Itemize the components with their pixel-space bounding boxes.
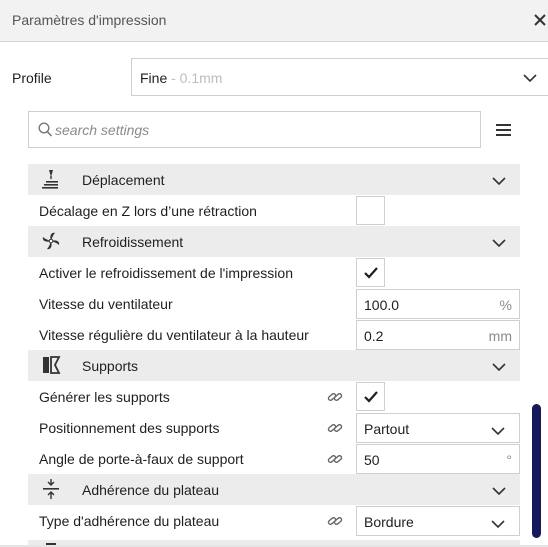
setting-regular-fan-height: Vitesse régulière du ventilateur à la ha… [28, 319, 520, 350]
adhesion-icon [40, 478, 62, 500]
setting-label: Vitesse régulière du ventilateur à la ha… [39, 327, 309, 343]
setting-enable-cooling: Activer le refroidissement de l'impressi… [28, 257, 520, 288]
travel-icon [40, 168, 62, 190]
setting-adhesion-type: Type d'adhérence du plateau Bordure [28, 505, 520, 536]
setting-label: Vitesse du ventilateur [39, 296, 173, 312]
support-icon [40, 354, 62, 376]
setting-label: Angle de porte-à-faux de support [39, 451, 244, 467]
chevron-down-icon [492, 236, 506, 252]
field-value: 50 [364, 452, 380, 468]
profile-value: Fine - 0.1mm [140, 70, 222, 86]
dialog-title: Paramètres d'impression [12, 12, 167, 28]
close-icon[interactable] [532, 8, 548, 32]
chevron-down-icon [492, 174, 506, 190]
link-icon[interactable] [327, 390, 343, 404]
regular-fan-height-input[interactable]: 0.2 mm [356, 320, 520, 350]
field-unit: mm [488, 328, 512, 344]
setting-label: Générer les supports [39, 389, 170, 405]
field-value: 0.2 [364, 328, 384, 344]
link-icon[interactable] [327, 421, 343, 435]
generate-support-checkbox[interactable] [356, 382, 385, 411]
search-icon [38, 122, 53, 141]
settings-scrollbar[interactable] [532, 404, 541, 538]
search-box [28, 111, 481, 148]
setting-label: Type d'adhérence du plateau [39, 513, 220, 529]
setting-z-hop: Décalage en Z lors d’une rétraction [28, 195, 520, 226]
setting-support-placement: Positionnement des supports Partout [28, 412, 520, 443]
setting-generate-support: Générer les supports [28, 381, 520, 412]
chevron-down-icon [491, 517, 505, 533]
chevron-down-icon [492, 360, 506, 376]
dialog-titlebar: Paramètres d'impression [0, 0, 548, 42]
profile-dropdown[interactable]: Fine - 0.1mm [131, 58, 548, 96]
category-supports[interactable]: Supports [28, 350, 520, 381]
category-label: Déplacement [82, 172, 165, 188]
search-input[interactable] [55, 120, 455, 140]
setting-label: Activer le refroidissement de l'impressi… [39, 265, 293, 281]
field-unit: % [499, 297, 512, 313]
fan-icon [40, 230, 62, 252]
category-label: Supports [82, 358, 139, 374]
setting-label: Décalage en Z lors d’une rétraction [39, 203, 257, 219]
z-hop-checkbox[interactable] [356, 196, 385, 225]
category-label: Refroidissement [82, 234, 184, 250]
category-refroidissement[interactable]: Refroidissement [28, 226, 520, 257]
category-adhesion[interactable]: Adhérence du plateau [28, 474, 520, 505]
link-icon[interactable] [327, 514, 343, 528]
support-placement-dropdown[interactable]: Partout [356, 413, 520, 443]
link-icon[interactable] [327, 452, 343, 466]
checkmark-icon [364, 267, 378, 279]
profile-name: Fine [140, 70, 168, 86]
chevron-down-icon [522, 70, 538, 89]
dropdown-value: Partout [364, 421, 410, 437]
adhesion-type-dropdown[interactable]: Bordure [356, 506, 520, 536]
checkmark-icon [364, 391, 378, 403]
field-unit: ° [506, 452, 512, 468]
chevron-down-icon [491, 424, 505, 440]
category-deplacement[interactable]: Déplacement [28, 164, 520, 195]
support-angle-input[interactable]: 50 ° [356, 444, 520, 474]
enable-cooling-checkbox[interactable] [356, 258, 385, 287]
settings-menu-icon[interactable] [494, 121, 514, 139]
profile-label: Profile [12, 70, 52, 86]
setting-support-angle: Angle de porte-à-faux de support 50 ° [28, 443, 520, 474]
setting-fan-speed: Vitesse du ventilateur 100.0 % [28, 288, 520, 319]
category-label: Adhérence du plateau [82, 482, 219, 498]
fan-speed-input[interactable]: 100.0 % [356, 289, 520, 319]
dropdown-value: Bordure [364, 514, 414, 530]
chevron-down-icon [492, 484, 506, 500]
field-value: 100.0 [364, 297, 400, 313]
profile-detail: - 0.1mm [167, 70, 223, 86]
setting-label: Positionnement des supports [39, 420, 220, 436]
